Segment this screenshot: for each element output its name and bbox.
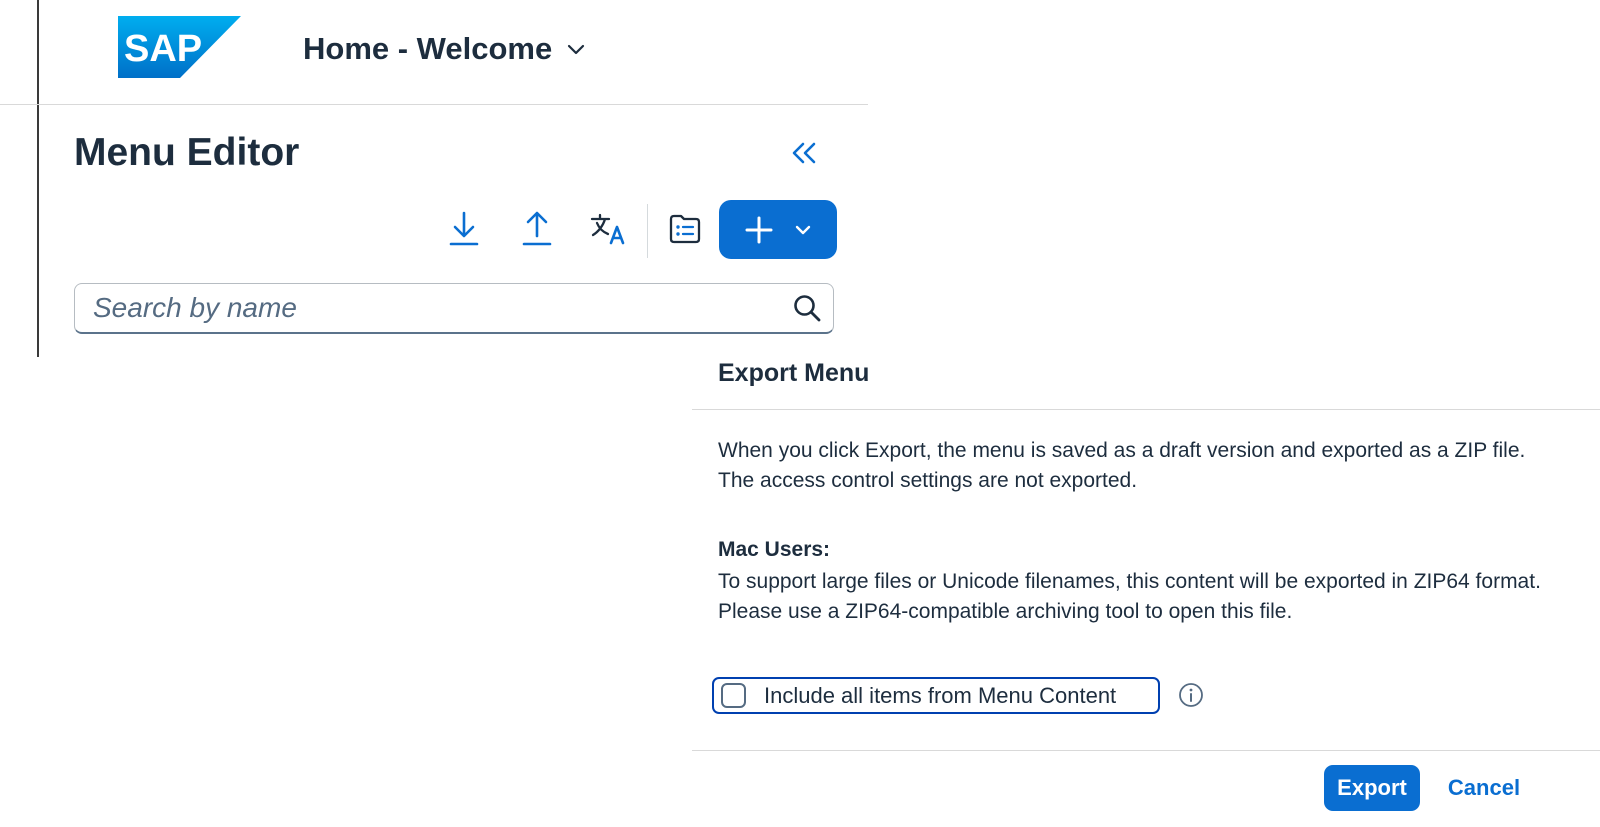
dialog-header: Export Menu	[692, 345, 1600, 410]
upload-icon	[522, 211, 552, 246]
add-icon	[745, 216, 773, 243]
dialog-footer-separator	[692, 750, 1600, 751]
checkbox-label: Include all items from Menu Content	[764, 682, 1117, 708]
search-button[interactable]	[781, 284, 833, 332]
sap-logo[interactable]: SAP	[118, 16, 241, 78]
export-menu-dialog: Export Menu When you click Export, the m…	[692, 345, 1600, 827]
chevron-down-icon	[568, 44, 585, 55]
include-all-items-checkbox[interactable]: Include all items from Menu Content	[712, 677, 1160, 714]
dialog-title: Export Menu	[718, 359, 870, 387]
search-field	[74, 283, 834, 334]
info-glyph	[1179, 683, 1203, 707]
collapse-panel-button[interactable]	[784, 136, 824, 170]
mac-users-heading: Mac Users:	[718, 538, 831, 561]
export-button[interactable]: Export	[1324, 765, 1420, 811]
translate-button[interactable]	[585, 206, 631, 252]
shell-bar: SAP Home - Welcome	[0, 0, 868, 105]
toolbar-separator	[647, 204, 648, 258]
cancel-button[interactable]: Cancel	[1434, 765, 1534, 811]
search-icon	[794, 295, 821, 322]
double-chevron-left-icon	[792, 142, 816, 164]
translate-icon	[590, 213, 625, 245]
folder-list-button[interactable]	[662, 206, 708, 252]
app-title-menu[interactable]: Home - Welcome	[303, 28, 586, 70]
create-menu-button[interactable]	[719, 200, 837, 259]
download-icon	[449, 211, 479, 246]
info-icon[interactable]	[1177, 681, 1205, 709]
chevron-down-icon	[795, 225, 811, 234]
svg-text:SAP: SAP	[124, 28, 202, 70]
app-title: Home - Welcome	[303, 31, 553, 66]
dialog-description: When you click Export, the menu is saved…	[718, 439, 1526, 492]
checkbox-box[interactable]	[721, 683, 746, 708]
folder-list-icon	[669, 214, 701, 244]
search-input[interactable]	[75, 284, 781, 332]
download-button[interactable]	[441, 206, 487, 252]
upload-button[interactable]	[514, 206, 560, 252]
page-title: Menu Editor	[74, 131, 300, 174]
mac-users-text: To support large files or Unicode filena…	[718, 570, 1541, 623]
